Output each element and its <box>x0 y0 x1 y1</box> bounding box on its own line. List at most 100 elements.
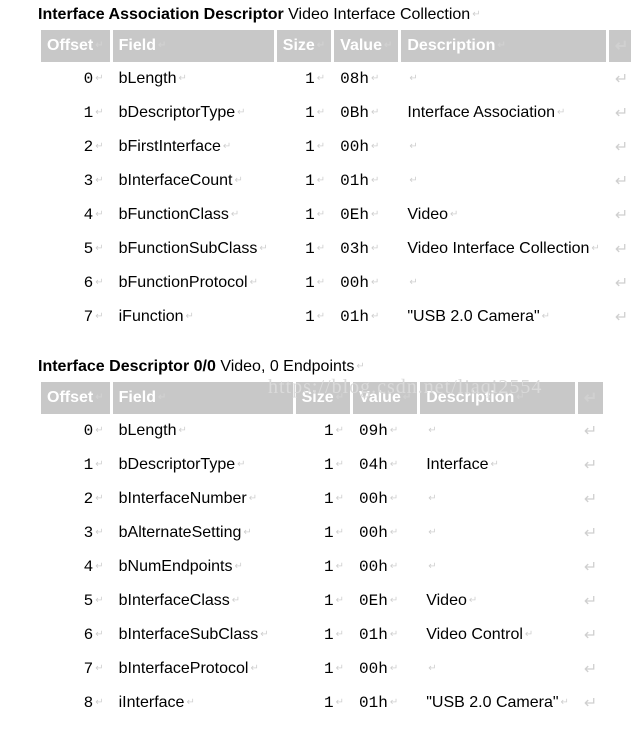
cell-desc: ↵ <box>420 652 575 686</box>
cell-value: 0Eh↵ <box>353 584 417 618</box>
cell-size: 1↵ <box>296 516 350 550</box>
cell-end: ↵ <box>609 96 631 130</box>
table-row: 5↵bInterfaceClass↵1↵0Eh↵Video↵↵ <box>41 584 603 618</box>
cell-size: 1↵ <box>296 448 350 482</box>
pilcrow-icon: ↵ <box>470 9 480 20</box>
cell-offset: 7↵ <box>41 652 110 686</box>
table-row: 7↵bInterfaceProtocol↵1↵00h↵↵↵ <box>41 652 603 686</box>
cell-value: 00h↵ <box>353 482 417 516</box>
cell-desc: ↵ <box>401 164 605 198</box>
table-row: 3↵bAlternateSetting↵1↵00h↵↵↵ <box>41 516 603 550</box>
table-header-row: Offset↵ Field↵ Size↵ Value↵ Description↵… <box>41 30 631 62</box>
cell-desc: Video Interface Collection↵ <box>401 232 605 266</box>
cell-size: 1↵ <box>296 686 350 720</box>
cell-size: 1↵ <box>296 550 350 584</box>
table-row: 1↵bDescriptorType↵1↵0Bh↵Interface Associ… <box>41 96 631 130</box>
cell-offset: 0↵ <box>41 414 110 448</box>
cell-offset: 3↵ <box>41 516 110 550</box>
cell-desc: ↵ <box>401 62 605 96</box>
table-row: 0↵bLength↵1↵08h↵↵↵ <box>41 62 631 96</box>
col-field: Field↵ <box>113 382 293 414</box>
cell-field: bLength↵ <box>113 414 293 448</box>
col-end: ↵ <box>578 382 603 414</box>
cell-size: 1↵ <box>277 300 331 334</box>
pilcrow-icon: ↵ <box>354 361 364 372</box>
cell-field: bInterfaceCount↵ <box>113 164 274 198</box>
cell-size: 1↵ <box>296 618 350 652</box>
cell-value: 0Bh↵ <box>334 96 398 130</box>
cell-size: 1↵ <box>296 482 350 516</box>
cell-offset: 7↵ <box>41 300 110 334</box>
cell-size: 1↵ <box>277 232 331 266</box>
cell-value: 08h↵ <box>334 62 398 96</box>
cell-value: 01h↵ <box>353 618 417 652</box>
cell-size: 1↵ <box>277 266 331 300</box>
cell-offset: 1↵ <box>41 96 110 130</box>
section2-title-bold: Interface Descriptor 0/0 <box>38 358 216 375</box>
cell-desc: ↵ <box>420 550 575 584</box>
cell-end: ↵ <box>578 618 603 652</box>
cell-desc: Interface↵ <box>420 448 575 482</box>
col-offset: Offset↵ <box>41 382 110 414</box>
section1-title: Interface Association Descriptor Video I… <box>38 6 621 24</box>
cell-offset: 1↵ <box>41 448 110 482</box>
cell-field: bInterfaceProtocol↵ <box>113 652 293 686</box>
section2-title: Interface Descriptor 0/0 Video, 0 Endpoi… <box>38 358 621 376</box>
col-field: Field↵ <box>113 30 274 62</box>
cell-field: bDescriptorType↵ <box>113 96 274 130</box>
cell-size: 1↵ <box>277 164 331 198</box>
cell-field: bInterfaceNumber↵ <box>113 482 293 516</box>
table-row: 3↵bInterfaceCount↵1↵01h↵↵↵ <box>41 164 631 198</box>
cell-value: 00h↵ <box>353 550 417 584</box>
cell-size: 1↵ <box>277 96 331 130</box>
cell-end: ↵ <box>578 584 603 618</box>
col-desc: Description↵ <box>420 382 575 414</box>
col-value: Value↵ <box>334 30 398 62</box>
cell-end: ↵ <box>609 130 631 164</box>
table-row: 5↵bFunctionSubClass↵1↵03h↵Video Interfac… <box>41 232 631 266</box>
cell-desc: "USB 2.0 Camera"↵ <box>401 300 605 334</box>
cell-field: bInterfaceClass↵ <box>113 584 293 618</box>
cell-size: 1↵ <box>277 62 331 96</box>
cell-field: iInterface↵ <box>113 686 293 720</box>
cell-value: 00h↵ <box>353 652 417 686</box>
cell-size: 1↵ <box>277 130 331 164</box>
cell-desc: "USB 2.0 Camera"↵ <box>420 686 575 720</box>
col-desc: Description↵ <box>401 30 605 62</box>
cell-desc: ↵ <box>420 414 575 448</box>
cell-end: ↵ <box>609 164 631 198</box>
table-row: 8↵iInterface↵1↵01h↵"USB 2.0 Camera"↵↵ <box>41 686 603 720</box>
table-row: 6↵bInterfaceSubClass↵1↵01h↵Video Control… <box>41 618 603 652</box>
table-row: 1↵bDescriptorType↵1↵04h↵Interface↵↵ <box>41 448 603 482</box>
cell-field: bDescriptorType↵ <box>113 448 293 482</box>
cell-offset: 0↵ <box>41 62 110 96</box>
cell-offset: 4↵ <box>41 550 110 584</box>
cell-offset: 6↵ <box>41 618 110 652</box>
table-iad: Offset↵ Field↵ Size↵ Value↵ Description↵… <box>38 30 631 334</box>
cell-value: 01h↵ <box>334 300 398 334</box>
cell-desc: ↵ <box>401 130 605 164</box>
cell-field: bNumEndpoints↵ <box>113 550 293 584</box>
cell-offset: 2↵ <box>41 130 110 164</box>
cell-field: bFunctionSubClass↵ <box>113 232 274 266</box>
cell-offset: 4↵ <box>41 198 110 232</box>
cell-end: ↵ <box>578 550 603 584</box>
cell-value: 00h↵ <box>353 516 417 550</box>
table-row: 7↵iFunction↵1↵01h↵"USB 2.0 Camera"↵↵ <box>41 300 631 334</box>
cell-value: 04h↵ <box>353 448 417 482</box>
section1-title-bold: Interface Association Descriptor <box>38 6 284 23</box>
cell-offset: 5↵ <box>41 584 110 618</box>
cell-end: ↵ <box>578 448 603 482</box>
table-interface: Offset↵ Field↵ Size↵ Value↵ Description↵… <box>38 382 606 720</box>
cell-field: bFunctionClass↵ <box>113 198 274 232</box>
cell-desc: Interface Association↵ <box>401 96 605 130</box>
cell-field: bFirstInterface↵ <box>113 130 274 164</box>
table-row: 4↵bNumEndpoints↵1↵00h↵↵↵ <box>41 550 603 584</box>
cell-field: bAlternateSetting↵ <box>113 516 293 550</box>
cell-size: 1↵ <box>296 652 350 686</box>
table-row: 0↵bLength↵1↵09h↵↵↵ <box>41 414 603 448</box>
cell-offset: 5↵ <box>41 232 110 266</box>
cell-end: ↵ <box>578 414 603 448</box>
table-header-row: Offset↵ Field↵ Size↵ Value↵ Description↵… <box>41 382 603 414</box>
cell-end: ↵ <box>578 652 603 686</box>
